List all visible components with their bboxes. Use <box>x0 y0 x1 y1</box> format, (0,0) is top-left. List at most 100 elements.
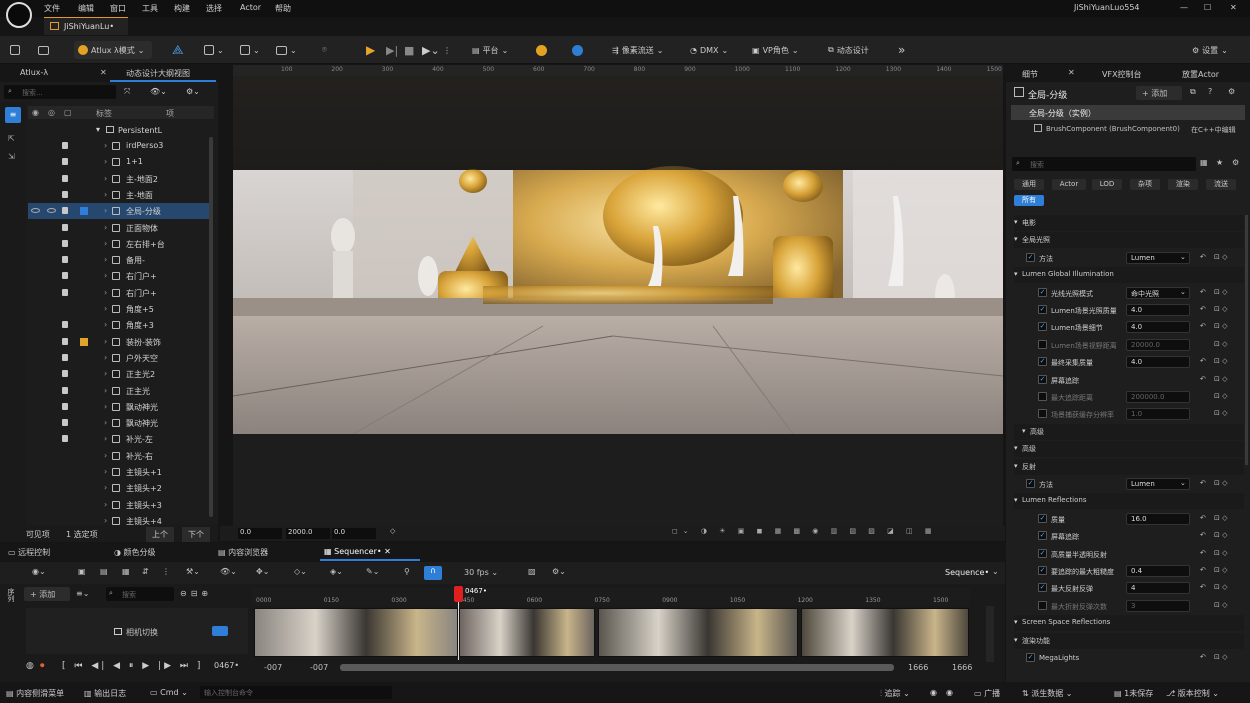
keyframe-icon[interactable]: ⊡ ◇ <box>1214 514 1227 522</box>
reset-icon[interactable]: ↶ <box>1200 288 1206 296</box>
tools-icon[interactable]: ⚒⌄ <box>186 567 200 576</box>
pencil-icon[interactable]: ✎⌄ <box>366 567 379 576</box>
document-tab[interactable]: JiShiYuanLu• <box>44 17 128 35</box>
outliner-row[interactable]: › 主-地面 <box>28 187 210 203</box>
reset-icon[interactable]: ↶ <box>1200 479 1206 487</box>
diamond-icon[interactable]: ◇ <box>390 527 395 535</box>
outliner-row[interactable]: › 角度+3 <box>28 317 210 333</box>
reset-icon[interactable]: ↶ <box>1200 322 1206 330</box>
override-checkbox[interactable]: ✓ <box>1038 322 1047 332</box>
save-icon[interactable]: ▣ <box>78 567 86 576</box>
tab-atlux[interactable]: Atlux-λ <box>20 68 48 77</box>
reset-icon[interactable]: ↶ <box>1200 531 1206 539</box>
view-start-b[interactable]: -007 <box>310 663 328 672</box>
tab-motion-outliner[interactable]: 动态设计大纲视图 <box>126 68 190 79</box>
keyframe-icon[interactable]: ⊡ ◇ <box>1214 340 1227 348</box>
sequence-menu-icon[interactable]: ⌄ <box>992 567 999 576</box>
chevron-right-icon[interactable]: › <box>104 255 107 264</box>
lock-icon[interactable] <box>62 321 68 329</box>
dmx-button[interactable]: ◔ DMX ⌄ <box>690 41 728 59</box>
source-control-button[interactable]: ⎇ 版本控制 ⌄ <box>1166 688 1219 699</box>
platform-button[interactable]: ▤ 平台 ⌄ <box>472 41 508 59</box>
camera-toggle-button[interactable] <box>212 626 228 636</box>
outliner-row[interactable]: › 正主光 <box>28 383 210 399</box>
override-checkbox[interactable] <box>1038 409 1047 419</box>
component-label[interactable]: BrushComponent (BrushComponent0) <box>1046 125 1180 133</box>
section-lumen-reflections[interactable]: ▾ Lumen Reflections <box>1014 493 1244 510</box>
chevron-right-icon[interactable]: › <box>104 288 107 297</box>
magnet-button[interactable]: ∩ <box>424 566 442 580</box>
tab-sequencer[interactable]: ▦ Sequencer• ✕ <box>324 547 391 556</box>
blueprint-button[interactable]: ⌄ <box>240 41 260 59</box>
override-checkbox[interactable]: ✓ <box>1038 566 1047 575</box>
outliner-row[interactable]: › 全局-分级 <box>28 203 210 220</box>
keyframe-icon[interactable]: ⊡ ◇ <box>1214 601 1227 609</box>
settings-icon[interactable]: ⚙ <box>1228 87 1235 96</box>
sequence-name[interactable]: Sequence• <box>945 568 989 577</box>
menu-build[interactable]: 构建 <box>174 3 190 14</box>
lumen-gi-prop-value[interactable]: 200000.0 <box>1126 391 1190 403</box>
record-icon[interactable]: ◉ <box>946 688 953 697</box>
tree-root-row[interactable]: ▾ PersistentL <box>28 122 210 138</box>
override-checkbox[interactable]: ✓ <box>1038 357 1047 367</box>
view-end-b[interactable]: 1666 <box>952 663 972 672</box>
outliner-row[interactable]: › 主-地面2 <box>28 171 210 187</box>
details-search-input[interactable]: ⌕ 搜索 <box>1012 157 1196 171</box>
lumen-refl-prop-value[interactable]: 3 <box>1126 599 1190 612</box>
marker-icon[interactable]: ⚲ <box>404 567 410 576</box>
section-lumen-gi[interactable]: ▾ Lumen Global Illumination <box>1014 267 1244 284</box>
trace-button[interactable]: ⫶ 追踪 ⌄ <box>880 688 910 699</box>
lock-icon[interactable] <box>62 272 68 280</box>
star-icon[interactable]: ★ <box>1216 158 1223 167</box>
keyframe-icon[interactable]: ⊡ ◇ <box>1214 566 1227 574</box>
chevron-right-icon[interactable]: › <box>104 386 107 395</box>
lumen-gi-prop-value[interactable]: 1.0 <box>1126 408 1190 421</box>
filter-rendering[interactable]: 渲染 <box>1168 179 1198 190</box>
lumen-gi-prop-value[interactable]: 4.0 <box>1126 321 1190 334</box>
world-icon[interactable]: ◉⌄ <box>32 567 46 576</box>
play-button[interactable]: ▶ <box>366 41 375 59</box>
transform-icon[interactable]: ✥⌄ <box>256 567 269 576</box>
keyframe-icon[interactable]: ⊡ ◇ <box>1214 322 1227 330</box>
outliner-row[interactable]: › 备用- <box>28 252 210 268</box>
column-type[interactable]: 项 <box>166 108 174 119</box>
grid-view-icon[interactable]: ▦ <box>1200 158 1208 167</box>
section-render-features[interactable]: ▾ 渲染功能 <box>1014 632 1244 649</box>
camera-cut-clip[interactable] <box>459 608 595 657</box>
outliner-row[interactable]: › 正面物体 <box>28 220 210 236</box>
chevron-right-icon[interactable]: › <box>104 223 107 232</box>
instance-row[interactable]: 全局-分级（实例） <box>1011 105 1245 120</box>
chevron-right-icon[interactable]: › <box>104 304 107 313</box>
camera-view-icon[interactable]: 👁⌄ <box>150 87 167 96</box>
settings-button[interactable]: ⚙ 设置 ⌄ <box>1192 41 1228 59</box>
cinematics-button[interactable]: ⌄ <box>276 41 297 59</box>
lock-icon[interactable] <box>62 223 68 231</box>
lumen-gi-prop-value[interactable]: 20000.0 <box>1126 338 1190 351</box>
more-icon[interactable]: ⋮ <box>162 567 170 576</box>
content-drawer-button[interactable]: ▤ 内容侧滑菜单 <box>6 688 64 699</box>
lock-icon[interactable] <box>62 386 68 394</box>
outliner-row[interactable]: › 右门户+ <box>28 268 210 284</box>
lock-icon[interactable] <box>62 190 68 198</box>
section-advanced[interactable]: ▾ 高级 <box>1014 423 1244 440</box>
view-end-a[interactable]: 1666 <box>908 663 928 672</box>
chevron-right-icon[interactable]: › <box>104 483 107 492</box>
eye-icon[interactable] <box>31 208 40 214</box>
chevron-right-icon[interactable]: › <box>104 353 107 362</box>
lumen-refl-prop-value[interactable]: 0.4 <box>1126 565 1190 577</box>
outliner-row[interactable]: › 飘动神光 <box>28 415 210 431</box>
motion-design-button[interactable]: ⧉ 动态设计 <box>828 41 869 59</box>
menu-help[interactable]: 帮助 <box>275 3 291 14</box>
timeline-ruler[interactable] <box>252 588 970 606</box>
range-end-field[interactable]: 2000.0 <box>286 528 330 539</box>
camera-cut-clip[interactable] <box>801 608 969 657</box>
tab-color-grading[interactable]: ◑ 颜色分级 <box>114 547 156 558</box>
find-icon[interactable]: ▤ <box>100 567 108 576</box>
filter-all[interactable]: 所有 <box>1014 195 1044 206</box>
filter-streaming[interactable]: 流送 <box>1206 179 1236 190</box>
reset-icon[interactable]: ↶ <box>1200 514 1206 522</box>
close-window-button[interactable]: ✕ <box>1230 3 1237 12</box>
override-checkbox[interactable] <box>1038 392 1047 401</box>
key-icon[interactable]: ◇⌄ <box>294 567 307 576</box>
lock-icon[interactable] <box>62 402 68 410</box>
